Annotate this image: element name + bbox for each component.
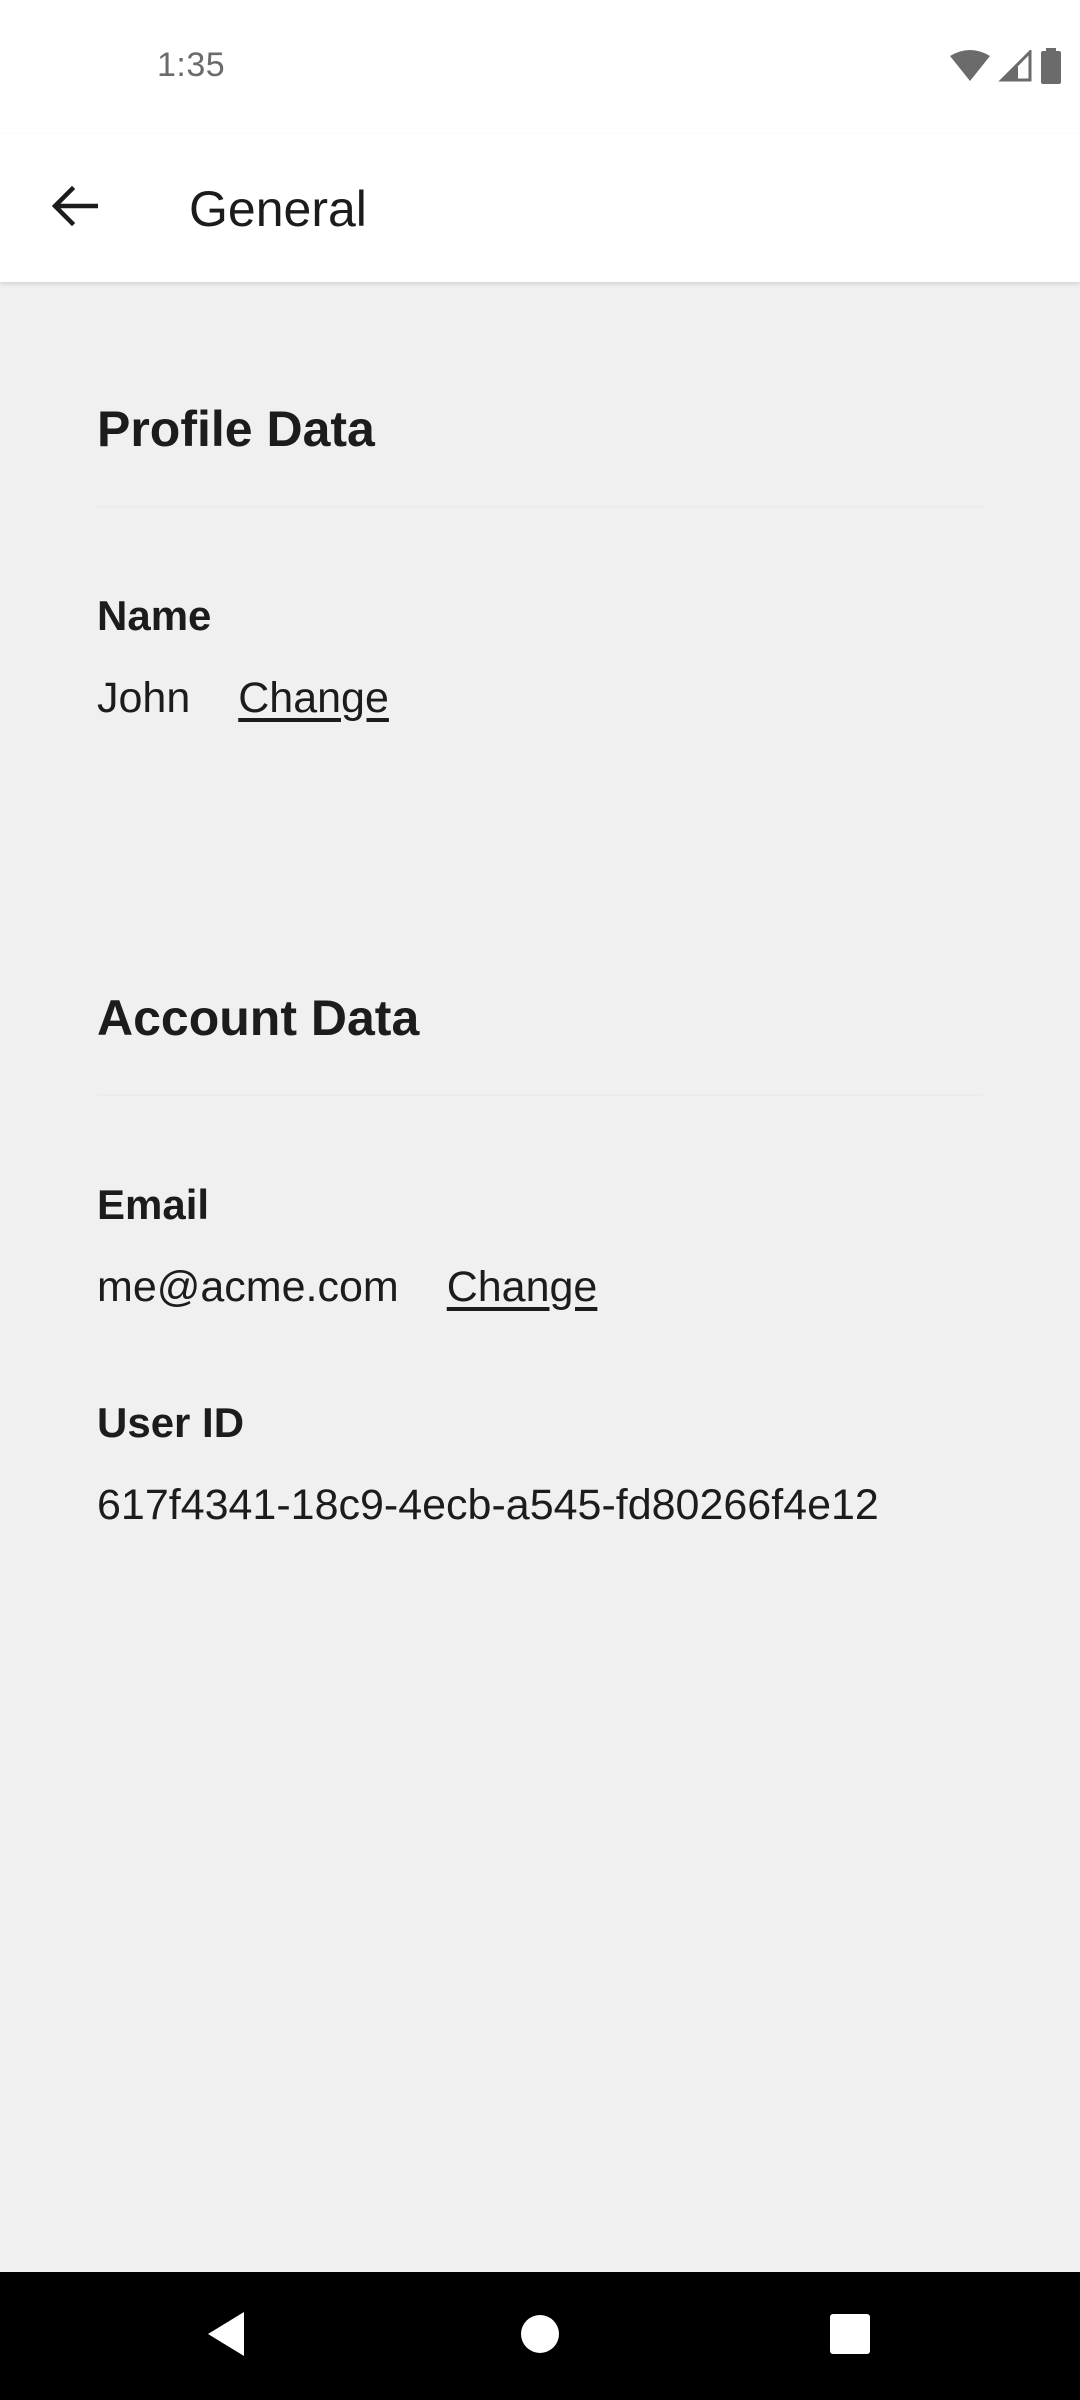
name-row: John Change — [97, 674, 389, 723]
battery-icon — [1040, 48, 1062, 89]
arrow-back-icon — [50, 185, 99, 231]
page-title: General — [189, 181, 367, 237]
change-email-link[interactable]: Change — [447, 1263, 598, 1312]
nav-home-icon — [520, 2314, 560, 2359]
email-label: Email — [97, 1181, 210, 1228]
name-label: Name — [97, 592, 212, 639]
system-nav-bar — [0, 2272, 1080, 2400]
user-id-row: 617f4341-18c9-4ecb-a545-fd80266f4e12 — [97, 1481, 879, 1530]
user-id-value: 617f4341-18c9-4ecb-a545-fd80266f4e12 — [97, 1481, 879, 1529]
account-divider — [97, 1094, 983, 1096]
email-row: me@acme.com Change — [97, 1263, 597, 1312]
user-id-label: User ID — [97, 1399, 245, 1446]
status-icons — [950, 48, 1062, 89]
profile-data-heading: Profile Data — [97, 401, 375, 457]
account-data-heading: Account Data — [97, 990, 420, 1046]
nav-back-icon — [204, 2310, 248, 2363]
signal-icon — [998, 48, 1032, 87]
status-time: 1:35 — [157, 46, 226, 84]
nav-recents-icon — [830, 2313, 870, 2359]
name-value: John — [97, 674, 191, 722]
nav-home-button[interactable] — [496, 2292, 584, 2380]
wifi-icon — [950, 50, 990, 87]
email-value: me@acme.com — [97, 1263, 399, 1311]
status-bar: 1:35 — [0, 0, 1080, 134]
profile-divider — [97, 506, 983, 508]
back-button[interactable] — [40, 174, 108, 242]
nav-recents-button[interactable] — [806, 2292, 894, 2380]
nav-back-button[interactable] — [182, 2292, 270, 2380]
app-bar: General — [0, 134, 1080, 282]
change-name-link[interactable]: Change — [238, 674, 389, 723]
